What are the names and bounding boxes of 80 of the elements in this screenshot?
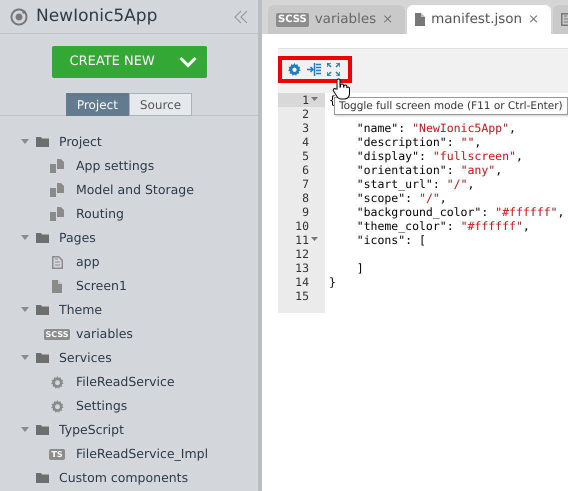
close-icon[interactable]: × bbox=[528, 10, 540, 30]
code-line: "name": "NewIonic5App", bbox=[356, 121, 516, 135]
tree-item[interactable]: Model and Storage bbox=[76, 180, 194, 200]
code-line: "display": "fullscreen", bbox=[356, 149, 523, 163]
folder-icon bbox=[36, 305, 49, 315]
documents-icon bbox=[50, 159, 64, 173]
tooltip: Toggle full screen mode (F11 or Ctrl-Enter) bbox=[334, 97, 568, 115]
line-number: 14 bbox=[295, 275, 309, 289]
tree-item[interactable]: Screen1 bbox=[76, 276, 127, 296]
fullscreen-icon[interactable] bbox=[327, 63, 340, 76]
line-number: 4 bbox=[302, 135, 309, 149]
code-line: "scope": "/", bbox=[356, 191, 447, 205]
indent-icon[interactable] bbox=[307, 63, 321, 76]
expand-caret-icon[interactable] bbox=[20, 306, 30, 314]
collapse-icon[interactable] bbox=[234, 10, 248, 24]
expand-caret-icon[interactable] bbox=[20, 354, 30, 362]
file-type-badge: SCSS bbox=[276, 12, 309, 26]
code-line: { bbox=[329, 93, 336, 107]
settings-icon[interactable] bbox=[288, 63, 301, 76]
gear-icon bbox=[50, 376, 64, 388]
line-number: 3 bbox=[302, 121, 309, 135]
code-line: "start_url": "/", bbox=[356, 177, 474, 191]
code-line: "orientation": "any", bbox=[356, 163, 502, 177]
tree-item[interactable]: TypeScript bbox=[59, 420, 124, 440]
code-line: "background_color": "#ffffff", bbox=[356, 205, 564, 219]
tree-item[interactable]: App settings bbox=[76, 156, 154, 176]
code-line: "icons": [ bbox=[356, 233, 426, 247]
tree-item[interactable]: Routing bbox=[76, 204, 124, 224]
code-line: "theme_color": "#ffffff", bbox=[356, 219, 530, 233]
chevron-down-icon[interactable] bbox=[178, 56, 196, 68]
file-type-badge: TS bbox=[49, 448, 65, 460]
line-number: 11 bbox=[295, 233, 309, 247]
folder-icon bbox=[36, 137, 49, 147]
tree-item[interactable]: Custom components bbox=[59, 468, 188, 488]
expand-caret-icon[interactable] bbox=[20, 426, 30, 434]
line-number: 12 bbox=[295, 247, 309, 261]
tree-item[interactable]: Project bbox=[59, 132, 102, 152]
view-tab[interactable]: Source bbox=[128, 93, 192, 116]
line-number: 2 bbox=[302, 107, 309, 121]
line-number: 7 bbox=[302, 177, 309, 191]
fold-caret-icon[interactable] bbox=[311, 237, 318, 242]
code-line: } bbox=[329, 275, 336, 289]
folder-icon bbox=[36, 425, 49, 435]
tree-item[interactable]: Settings bbox=[76, 396, 128, 416]
tree-item[interactable]: FileReadService_Impl bbox=[76, 444, 208, 464]
tab-label: variables bbox=[314, 10, 376, 30]
line-number: 6 bbox=[302, 163, 309, 177]
tree-item[interactable]: Theme bbox=[59, 300, 102, 320]
folder-icon bbox=[36, 233, 49, 243]
folder-icon bbox=[36, 473, 49, 483]
view-tab[interactable]: Project bbox=[66, 93, 129, 116]
page-icon bbox=[415, 13, 426, 26]
code-line: ] bbox=[356, 261, 364, 275]
file-type-badge: SCSS bbox=[44, 328, 70, 340]
tree-item[interactable]: Services bbox=[59, 348, 112, 368]
line-number: 10 bbox=[295, 219, 309, 233]
line-number: 8 bbox=[302, 191, 309, 205]
tree-item[interactable]: app bbox=[76, 252, 100, 272]
gear-icon bbox=[50, 400, 64, 412]
fold-caret-icon[interactable] bbox=[311, 97, 318, 102]
line-number: 13 bbox=[295, 261, 309, 275]
expand-caret-icon[interactable] bbox=[20, 234, 30, 242]
documents-icon bbox=[50, 183, 64, 197]
document-icon bbox=[52, 256, 62, 268]
line-number: 1 bbox=[302, 93, 309, 107]
line-number: 5 bbox=[302, 149, 309, 163]
line-number: 9 bbox=[302, 205, 309, 219]
expand-caret-icon[interactable] bbox=[20, 138, 30, 146]
tree-item[interactable]: FileReadService bbox=[76, 372, 175, 392]
editor-tab[interactable]: manifest.json × bbox=[407, 5, 552, 34]
code-line: "description": "", bbox=[356, 135, 482, 149]
tab-label: manifest.json bbox=[431, 10, 522, 30]
tree-item[interactable]: variables bbox=[76, 324, 133, 344]
logo-icon bbox=[10, 8, 28, 26]
line-number: 15 bbox=[295, 289, 309, 303]
folder-icon bbox=[36, 353, 49, 363]
page-icon bbox=[52, 280, 62, 292]
app-title: NewIonic5App bbox=[36, 4, 158, 28]
documents-icon bbox=[50, 207, 64, 221]
tree-item[interactable]: Pages bbox=[59, 228, 96, 248]
